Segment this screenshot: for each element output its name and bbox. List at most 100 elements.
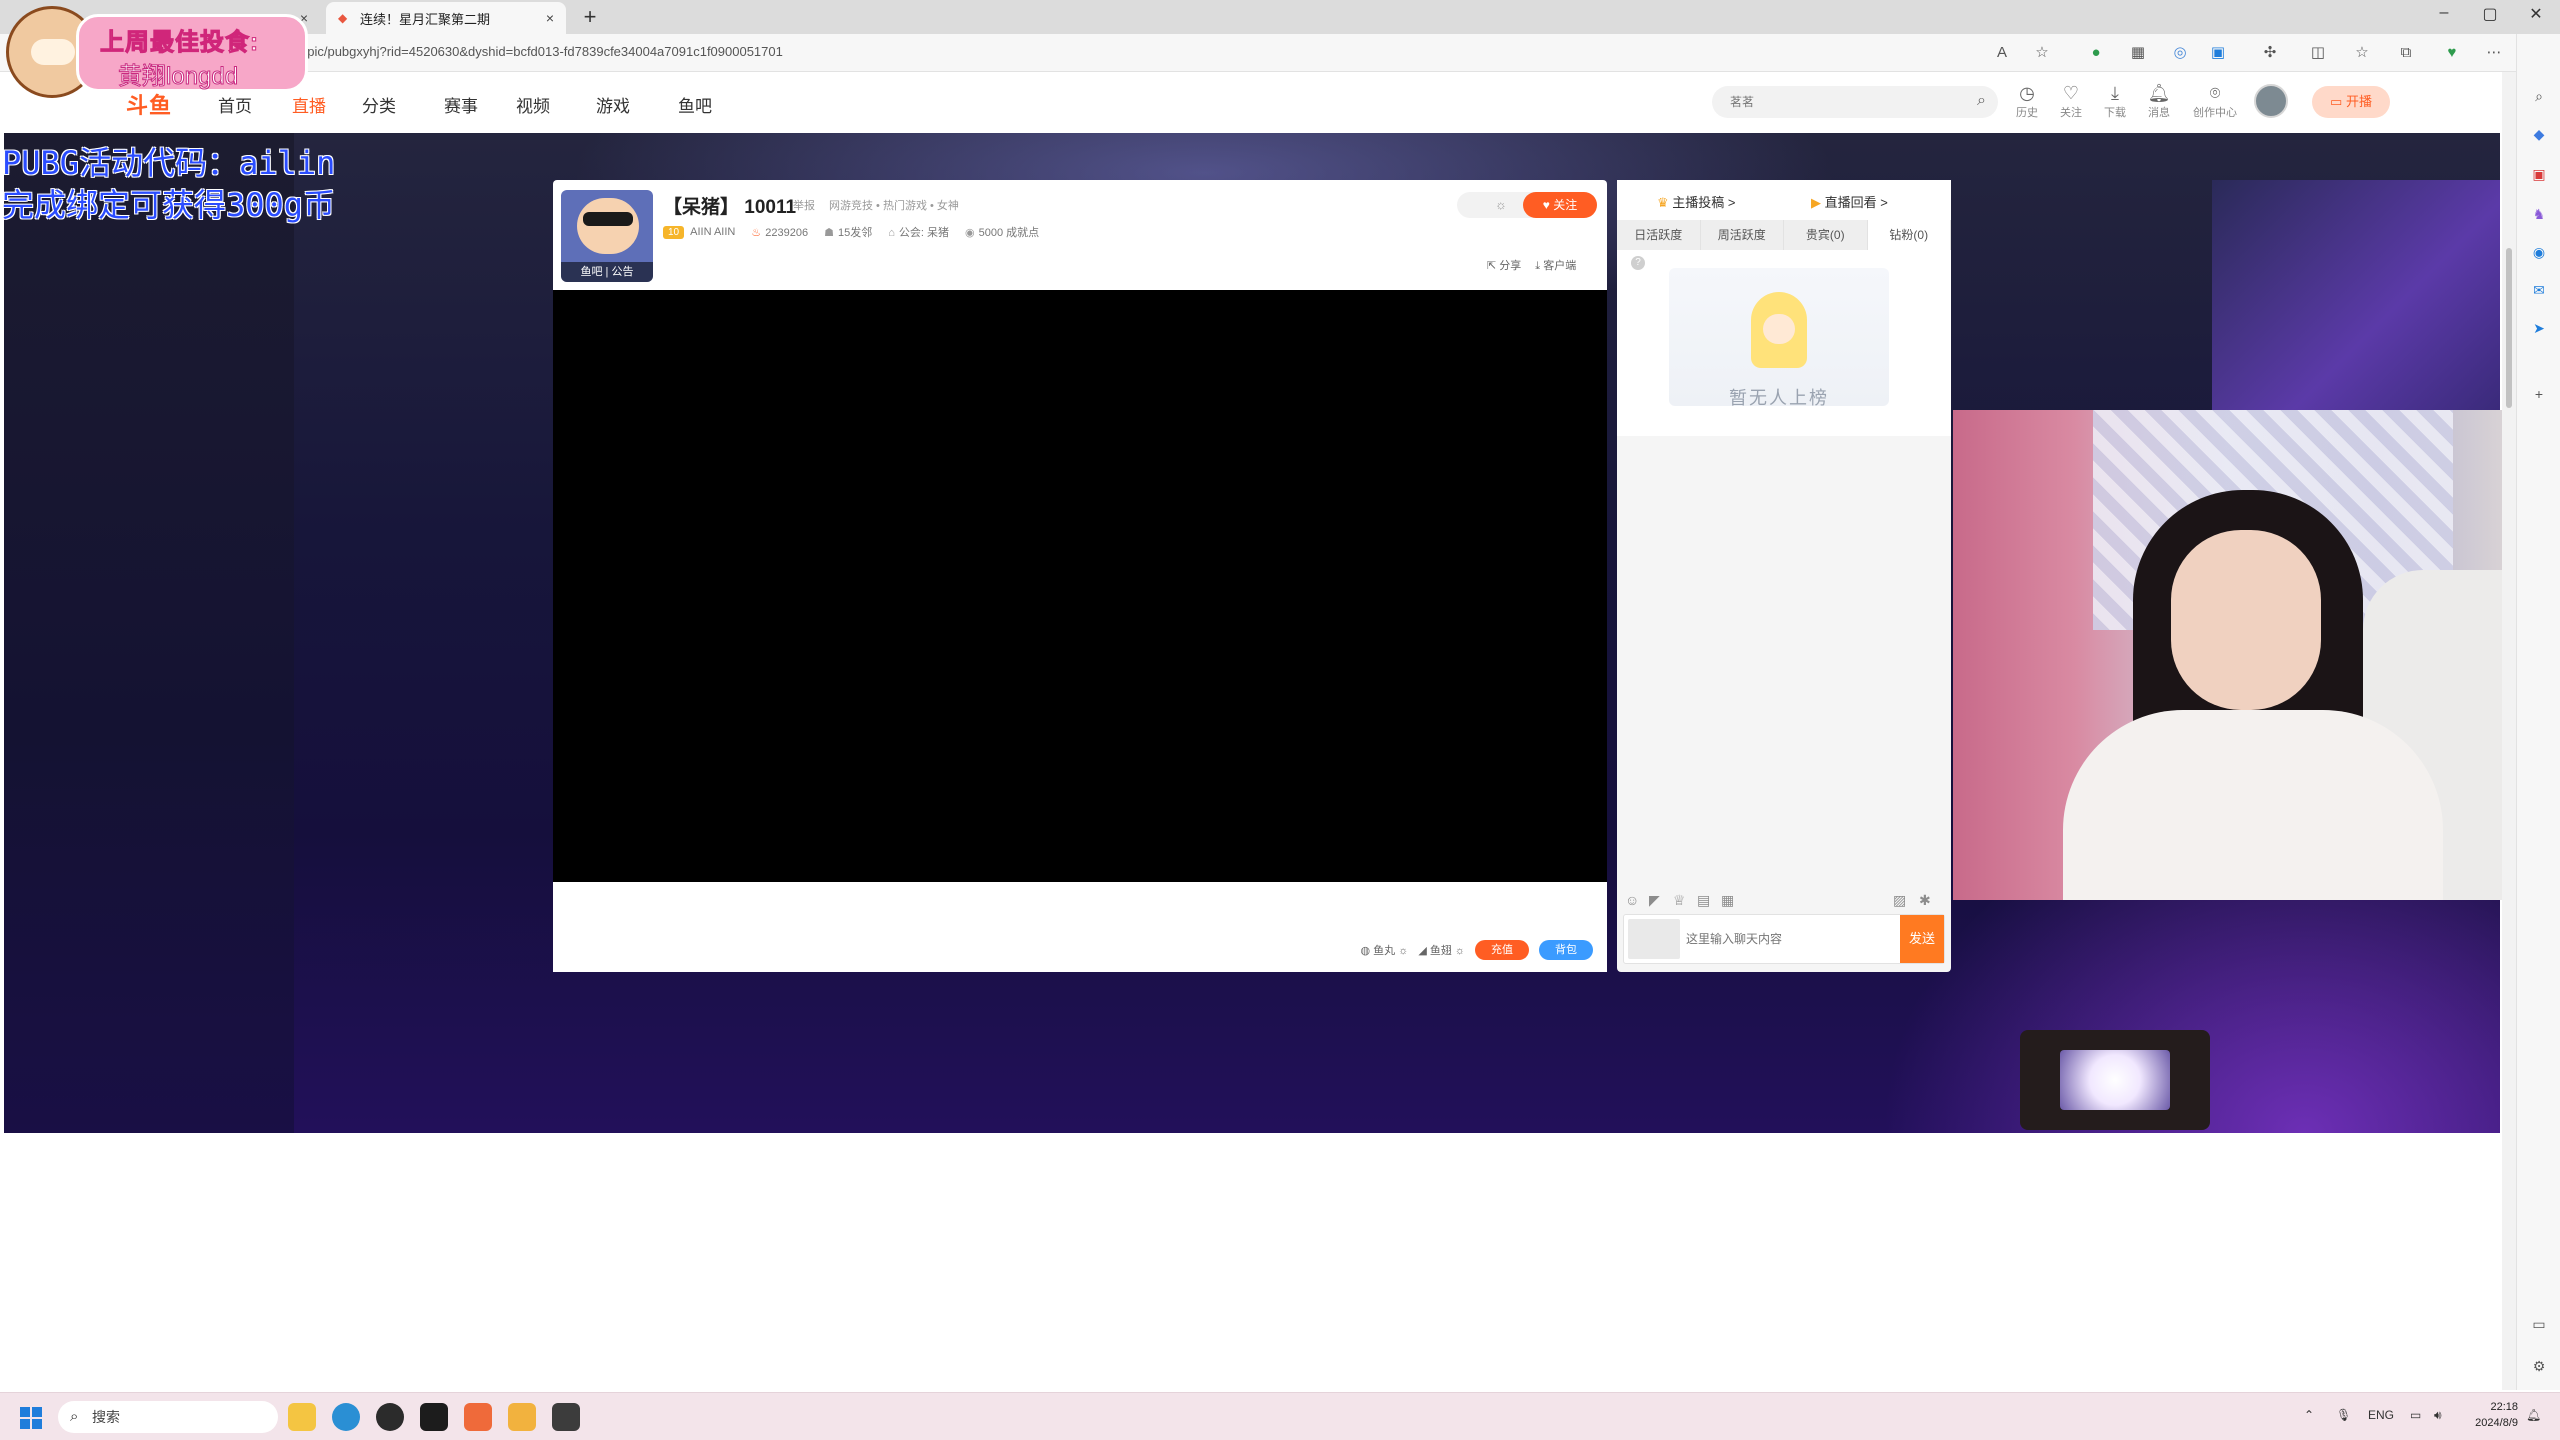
more-menu-icon[interactable]: ⋯ xyxy=(2484,43,2504,63)
backpack-button[interactable]: 背包 xyxy=(1539,940,1593,960)
new-tab-button[interactable]: + xyxy=(576,4,604,32)
send-button[interactable]: 发送 xyxy=(1900,915,1944,963)
extension-icon[interactable]: ◎ xyxy=(2170,43,2190,63)
chat-input[interactable] xyxy=(1686,921,1896,957)
nav-games[interactable]: 游戏 xyxy=(596,92,630,117)
app-icon[interactable] xyxy=(552,1403,580,1431)
app-icon[interactable] xyxy=(376,1403,404,1431)
client-download-icon: ⤓ xyxy=(1535,260,1541,272)
url-field[interactable]: opic/pubgxyhj?rid=4520630&dyshid=bcfd013… xyxy=(300,44,783,59)
tab-close-icon[interactable]: × xyxy=(540,10,560,26)
browser-essentials-icon[interactable]: ♥ xyxy=(2442,43,2462,63)
window-close-button[interactable]: ✕ xyxy=(2516,4,2556,24)
extension-icon[interactable]: ● xyxy=(2086,43,2106,63)
search-input[interactable] xyxy=(1712,86,1942,118)
header-messages-label: 消息 xyxy=(2148,107,2170,119)
taskbar-clock[interactable]: 22:18 2024/8/9 xyxy=(2462,1399,2518,1431)
sidebar-send-icon[interactable]: ➤ xyxy=(2529,318,2549,338)
yuchi-balance[interactable]: ◢ 鱼翅 ☼ xyxy=(1418,942,1465,958)
avatar-tags[interactable]: 鱼吧 | 公告 xyxy=(561,262,653,282)
app-icon[interactable] xyxy=(420,1403,448,1431)
sidebar-outlook-icon[interactable]: ✉ xyxy=(2529,280,2549,300)
recharge-button[interactable]: 充值 xyxy=(1475,940,1529,960)
sidebar-screenshot-icon[interactable]: ▭ xyxy=(2529,1314,2549,1334)
top-feeder-sticker: 上周最佳投食: 黄翔longdd xyxy=(0,0,310,100)
minimize-button[interactable]: – xyxy=(2424,4,2464,22)
sidebar-settings-icon[interactable]: ⚙ xyxy=(2529,1356,2549,1376)
header-creator-center[interactable]: ⌾ 创作中心 xyxy=(2192,82,2238,120)
tab-daily-activity[interactable]: 日活跃度 xyxy=(1617,220,1701,250)
sidebar-shopping-icon[interactable]: ◆ xyxy=(2529,124,2549,144)
input-language[interactable]: ENG xyxy=(2368,1408,2394,1422)
windows-start-icon[interactable] xyxy=(20,1407,42,1429)
sidebar-office-icon[interactable]: ◉ xyxy=(2529,242,2549,262)
broadcast-icon[interactable]: ◤ xyxy=(1649,892,1660,909)
header-follow[interactable]: ♡ 关注 xyxy=(2048,82,2094,120)
extensions-puzzle-icon[interactable]: ✣ xyxy=(2260,43,2280,63)
follow-label: 关注 xyxy=(1553,198,1578,212)
anchor-contribution-link[interactable]: ♛ 主播投稿 > xyxy=(1657,192,1736,211)
network-icon[interactable]: ▭ xyxy=(2410,1408,2421,1422)
split-screen-icon[interactable]: ◫ xyxy=(2308,43,2328,63)
settings-gear-icon[interactable]: ✱ xyxy=(1919,892,1931,909)
favorite-star-icon[interactable]: ☆ xyxy=(2032,43,2052,63)
emoji-icon[interactable]: ☺ xyxy=(1625,892,1639,908)
app-icon[interactable] xyxy=(508,1403,536,1431)
nav-events[interactable]: 赛事 xyxy=(444,92,478,117)
achievement-value[interactable]: ◉ 5000 成就点 xyxy=(965,224,1039,240)
tab-weekly-activity[interactable]: 周活跃度 xyxy=(1701,220,1784,250)
client-button[interactable]: ⤓ 客户端 xyxy=(1535,257,1576,273)
nav-yuba[interactable]: 鱼吧 xyxy=(678,92,712,117)
extension-icon[interactable]: ▣ xyxy=(2208,43,2228,63)
read-aloud-icon[interactable]: A xyxy=(1992,43,2012,63)
category-breadcrumb[interactable]: 网游竞技 • 热门游戏 • 女神 xyxy=(829,197,959,213)
sidebar-tools-icon[interactable]: ▣ xyxy=(2529,164,2549,184)
page-scrollbar[interactable] xyxy=(2502,72,2516,1390)
volume-icon[interactable]: 🔊︎ xyxy=(2434,1408,2442,1423)
empty-rank-text: 暂无人上榜 xyxy=(1729,388,1829,408)
tray-overflow-icon[interactable]: ⌃ xyxy=(2304,1408,2314,1422)
user-avatar[interactable] xyxy=(2254,84,2288,118)
sidebar-add-icon[interactable]: + xyxy=(2529,384,2549,404)
douyu-app-icon[interactable] xyxy=(464,1403,492,1431)
tab-vip[interactable]: 贵宾(0) xyxy=(1784,220,1868,250)
sidebar-search-icon[interactable]: ⌕ xyxy=(2529,86,2549,106)
nav-video[interactable]: 视频 xyxy=(516,92,550,117)
nav-category[interactable]: 分类 xyxy=(362,92,396,117)
video-player[interactable] xyxy=(553,290,1607,882)
scrollbar-thumb[interactable] xyxy=(2506,248,2512,408)
share-button[interactable]: ⇱ 分享 xyxy=(1487,257,1521,273)
anchor-avatar[interactable]: 鱼吧 | 公告 xyxy=(561,190,653,282)
search-icon[interactable]: ⌕ xyxy=(1977,92,1986,110)
file-explorer-icon[interactable] xyxy=(288,1403,316,1431)
list-icon[interactable]: ▤ xyxy=(1697,892,1710,909)
tab-diamond-fans[interactable]: 钻粉(0) xyxy=(1867,220,1951,250)
start-live-button[interactable]: ▭ 开播 xyxy=(2312,86,2390,118)
header-download[interactable]: ⤓ 下载 xyxy=(2092,82,2138,120)
share-row: ⇱ 分享 ⤓ 客户端 xyxy=(1487,257,1576,273)
browser-tab-active[interactable]: ◆ 连续！星月汇聚第二期 × xyxy=(326,2,566,34)
maximize-button[interactable]: ▢ xyxy=(2470,4,2510,24)
extension-icon[interactable]: ▦ xyxy=(2128,43,2148,63)
collections-icon[interactable]: ⧉ xyxy=(2396,43,2416,63)
sidebar-games-icon[interactable]: ♞ xyxy=(2529,204,2549,224)
crown-icon[interactable]: ♕ xyxy=(1673,892,1686,909)
follow-button[interactable]: ♥ 关注 xyxy=(1523,192,1597,218)
help-icon[interactable]: ? xyxy=(1631,256,1645,270)
anchor-contribution-label: 主播投稿 > xyxy=(1672,195,1736,210)
loading-icon: ☼ xyxy=(1454,945,1465,957)
chat-message-list[interactable] xyxy=(1617,440,1951,886)
header-history[interactable]: ◷ 历史 xyxy=(2004,82,2050,120)
image-icon[interactable]: ▨ xyxy=(1893,892,1906,909)
replay-link[interactable]: ▶ 直播回看 > xyxy=(1811,192,1888,211)
notification-icon[interactable]: 🔔︎ xyxy=(2526,1408,2541,1422)
guild-value[interactable]: ⌂ 公会: 呆猪 xyxy=(888,224,949,240)
favorites-icon[interactable]: ☆ xyxy=(2352,43,2372,63)
taskbar-search[interactable]: ⌕ 搜索 xyxy=(58,1401,278,1433)
edge-browser-icon[interactable] xyxy=(332,1403,360,1431)
grid-icon[interactable]: ▦ xyxy=(1721,892,1734,909)
header-messages[interactable]: 🔔︎ 消息 xyxy=(2136,82,2182,120)
microphone-icon[interactable]: 🎙︎ xyxy=(2336,1408,2351,1422)
report-link[interactable]: 举报 xyxy=(793,197,815,213)
yuwan-balance[interactable]: ◍ 鱼丸 ☼ xyxy=(1360,942,1408,958)
